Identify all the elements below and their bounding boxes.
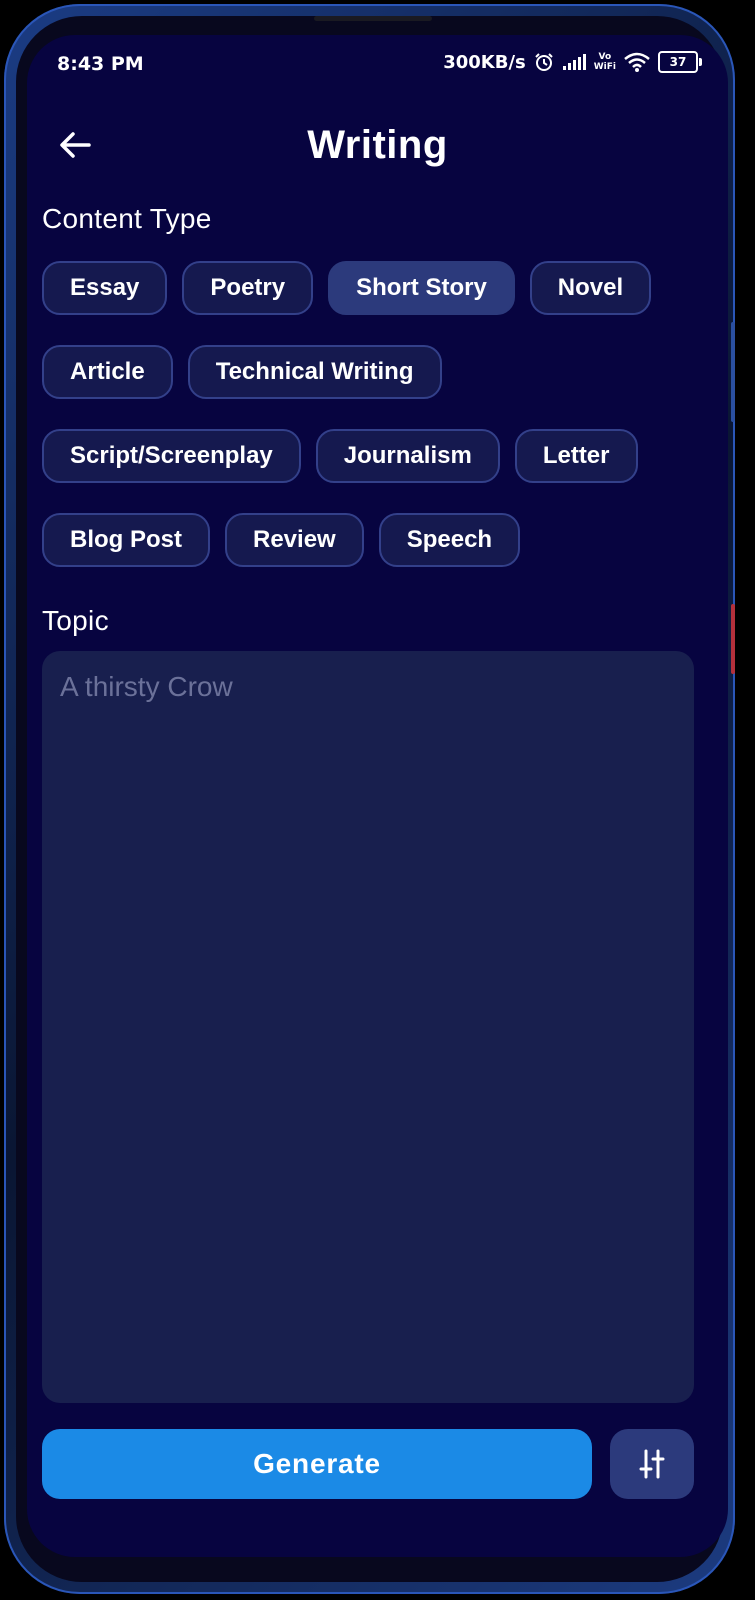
chip-blog-post[interactable]: Blog Post — [42, 513, 210, 567]
sliders-icon — [639, 1449, 665, 1479]
chip-article[interactable]: Article — [42, 345, 173, 399]
chip-journalism[interactable]: Journalism — [315, 429, 500, 483]
wifi-calling-label: WiFi — [593, 62, 616, 72]
app-screen: 8:43 PM 300KB/s Vo WiFi 37 Writing Conte… — [27, 35, 728, 1557]
chip-speech[interactable]: Speech — [378, 513, 521, 567]
alarm-icon — [534, 52, 554, 72]
chip-letter[interactable]: Letter — [514, 429, 638, 483]
chip-technical-writing[interactable]: Technical Writing — [187, 345, 442, 399]
status-time: 8:43 PM — [57, 53, 144, 75]
chip-script-screenplay[interactable]: Script/Screenplay — [42, 429, 301, 483]
wifi-icon — [624, 52, 650, 72]
content-type-label: Content Type — [42, 203, 212, 234]
status-icons: 300KB/s Vo WiFi 37 — [443, 51, 702, 73]
page-title: Writing — [307, 123, 448, 167]
settings-button[interactable] — [610, 1429, 694, 1499]
chip-review[interactable]: Review — [225, 513, 364, 567]
chip-row-4: Blog Post Review Speech — [42, 513, 521, 567]
network-speed: 300KB/s — [443, 51, 526, 73]
generate-button[interactable]: Generate — [42, 1429, 592, 1499]
battery-icon: 37 — [658, 51, 702, 73]
topic-label: Topic — [42, 605, 109, 636]
volume-button — [731, 322, 735, 422]
chip-novel[interactable]: Novel — [529, 261, 652, 315]
chip-short-story[interactable]: Short Story — [328, 261, 515, 315]
chip-essay[interactable]: Essay — [42, 261, 168, 315]
status-bar: 8:43 PM 300KB/s Vo WiFi 37 — [27, 35, 728, 93]
chip-row-3: Script/Screenplay Journalism Letter — [42, 429, 638, 483]
topic-input[interactable] — [42, 651, 694, 1403]
chip-row-1: Essay Poetry Short Story Novel — [42, 261, 652, 315]
volte-label: Vo — [598, 52, 612, 62]
volte-wifi-icon: Vo WiFi — [594, 52, 616, 72]
chip-poetry[interactable]: Poetry — [182, 261, 314, 315]
earpiece-speaker — [314, 16, 432, 21]
signal-icon — [562, 53, 586, 71]
chip-row-2: Article Technical Writing — [42, 345, 442, 399]
power-button — [731, 604, 735, 674]
